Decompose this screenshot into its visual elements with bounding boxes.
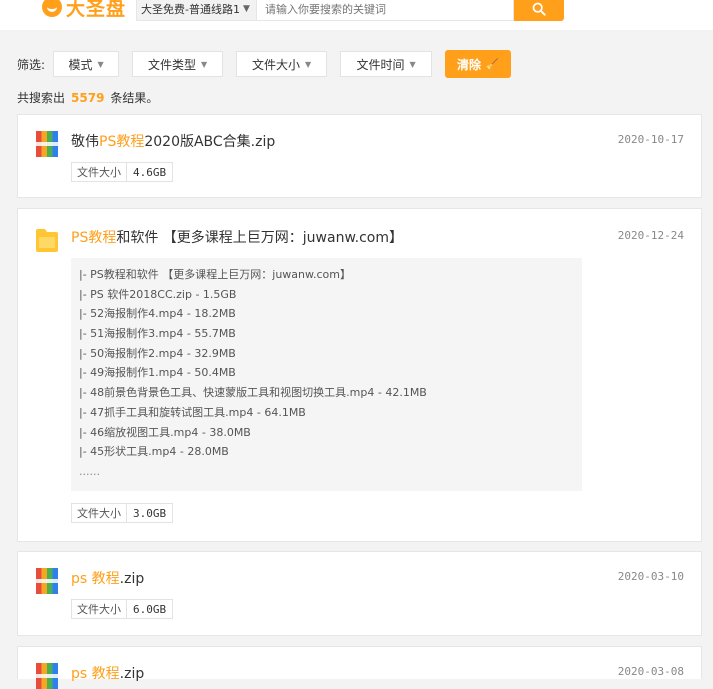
filter-label: 筛选: xyxy=(17,57,46,72)
title-suffix: 和软件 【更多课程上巨万网：juwanw.com】 xyxy=(116,230,403,246)
file-size-key: 文件大小 xyxy=(72,600,127,618)
result-card[interactable]: ps 教程.zip 2020-03-10 文件大小 6.0GB xyxy=(17,551,702,636)
result-card[interactable]: 敬伟PS教程2020版ABC合集.zip 2020-10-17 文件大小 4.6… xyxy=(17,114,702,198)
file-list-more: ...... xyxy=(79,464,100,478)
search-route-label: 大圣免费-普通线路1 xyxy=(141,3,240,16)
file-list-item: |- PS教程和软件 【更多课程上巨万网：juwanw.com】 xyxy=(79,268,351,281)
result-date: 2020-10-17 xyxy=(617,133,684,146)
clear-label: 清除 xyxy=(457,57,482,72)
file-list: |- PS教程和软件 【更多课程上巨万网：juwanw.com】 |- PS 软… xyxy=(71,258,582,491)
top-header: 大圣盘 大圣免费-普通线路1 ▼ xyxy=(0,0,713,30)
chevron-down-icon: ▼ xyxy=(97,59,104,69)
search-input[interactable] xyxy=(256,0,514,21)
result-suffix: 条结果。 xyxy=(110,91,159,105)
filter-file-type[interactable]: 文件类型 ▼ xyxy=(132,51,224,77)
archive-icon xyxy=(36,568,58,594)
file-list-item: |- 47抓手工具和旋转试图工具.mp4 - 64.1MB xyxy=(79,405,306,419)
title-suffix: .zip xyxy=(119,666,145,682)
filter-mode[interactable]: 模式 ▼ xyxy=(53,51,120,77)
result-prefix: 共搜索出 xyxy=(17,91,66,105)
filter-file-time[interactable]: 文件时间 ▼ xyxy=(340,51,433,77)
file-size-tag: 文件大小 4.6GB xyxy=(71,162,174,182)
result-title[interactable]: 敬伟PS教程2020版ABC合集.zip xyxy=(71,131,275,151)
file-size-value: 4.6GB xyxy=(133,165,167,179)
result-card[interactable]: ps 教程.zip 2020-03-08 xyxy=(17,646,702,689)
file-size-key: 文件大小 xyxy=(72,504,127,522)
result-number: 5579 xyxy=(71,91,105,105)
chevron-down-icon: ▼ xyxy=(200,59,208,69)
file-list-item: |- 50海报制作2.mp4 - 32.9MB xyxy=(79,346,236,360)
broom-icon: 🧹 xyxy=(485,58,499,71)
archive-icon xyxy=(36,663,58,689)
filter-file-time-label: 文件时间 xyxy=(356,57,405,72)
logo-icon xyxy=(42,0,62,17)
result-date: 2020-03-10 xyxy=(617,570,684,583)
logo-text: 大圣盘 xyxy=(66,0,127,20)
file-list-item: |- 49海报制作1.mp4 - 50.4MB xyxy=(79,366,236,380)
result-date: 2020-03-08 xyxy=(617,665,684,678)
title-highlight: ps 教程 xyxy=(71,571,120,587)
file-list-item: |- 45形状工具.mp4 - 28.0MB xyxy=(79,445,229,459)
clear-filters-button[interactable]: 清除 🧹 xyxy=(445,50,511,78)
file-list-item: |- PS 软件2018CC.zip - 1.5GB xyxy=(79,287,237,301)
filter-bar: 筛选: 模式 ▼ 文件类型 ▼ 文件大小 ▼ 文件时间 ▼ 清除 🧹 xyxy=(17,50,511,78)
file-list-item: |- 48前景色背景色工具、快速蒙版工具和视图切换工具.mp4 - 42.1MB xyxy=(79,386,427,400)
chevron-down-icon: ▼ xyxy=(409,59,416,69)
filter-file-size[interactable]: 文件大小 ▼ xyxy=(236,51,328,77)
file-size-value: 3.0GB xyxy=(133,506,167,520)
chevron-down-icon: ▼ xyxy=(304,59,312,69)
result-title[interactable]: PS教程和软件 【更多课程上巨万网：juwanw.com】 xyxy=(71,227,403,247)
title-suffix: 2020版ABC合集.zip xyxy=(144,134,276,150)
title-highlight: PS教程 xyxy=(71,230,117,246)
file-list-item: |- 51海报制作3.mp4 - 55.7MB xyxy=(79,327,236,341)
chevron-down-icon: ▼ xyxy=(242,4,250,14)
file-list-item: |- 46缩放视图工具.mp4 - 38.0MB xyxy=(79,425,251,439)
title-highlight: PS教程 xyxy=(99,134,145,150)
file-size-value: 6.0GB xyxy=(133,602,167,616)
result-title[interactable]: ps 教程.zip xyxy=(71,663,144,683)
folder-icon xyxy=(36,229,58,252)
file-size-key: 文件大小 xyxy=(72,163,127,181)
search-route-select[interactable]: 大圣免费-普通线路1 ▼ xyxy=(136,0,256,21)
search-icon xyxy=(532,2,546,16)
filter-file-size-label: 文件大小 xyxy=(251,57,300,72)
title-suffix: .zip xyxy=(119,571,145,587)
file-size-tag: 文件大小 3.0GB xyxy=(71,503,174,523)
file-size-tag: 文件大小 6.0GB xyxy=(71,599,174,619)
file-list-item: |- 52海报制作4.mp4 - 18.2MB xyxy=(79,307,236,321)
result-count: 共搜索出 5579 条结果。 xyxy=(17,89,158,106)
filter-mode-label: 模式 xyxy=(68,57,93,72)
result-card[interactable]: PS教程和软件 【更多课程上巨万网：juwanw.com】 2020-12-24… xyxy=(17,208,702,542)
filter-file-type-label: 文件类型 xyxy=(147,57,196,72)
result-date: 2020-12-24 xyxy=(617,229,684,242)
title-prefix: 敬伟 xyxy=(71,134,99,150)
title-highlight: ps 教程 xyxy=(71,666,120,682)
site-logo[interactable]: 大圣盘 xyxy=(42,0,126,20)
archive-icon xyxy=(36,131,58,157)
result-title[interactable]: ps 教程.zip xyxy=(71,568,144,588)
search-button[interactable] xyxy=(514,0,564,21)
